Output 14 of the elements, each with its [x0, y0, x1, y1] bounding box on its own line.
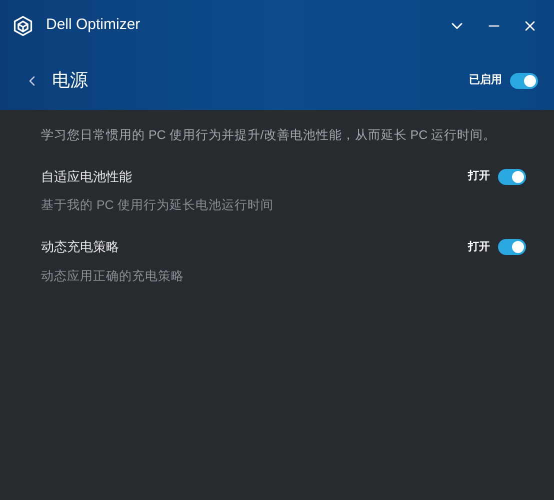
status-label: 已启用	[469, 72, 502, 88]
setting-description: 基于我的 PC 使用行为延长电池运行时间	[41, 197, 274, 214]
setting-title: 自适应电池性能	[41, 168, 132, 186]
toggle-switch[interactable]	[498, 168, 526, 184]
setting-title: 动态充电策略	[41, 238, 119, 256]
page-title: 电源	[52, 69, 88, 92]
cube-icon	[12, 14, 34, 37]
window-title: Dell Optimizer	[46, 15, 140, 36]
setting-description: 动态应用正确的充电策略	[41, 268, 185, 284]
description-text: 学习您日常惯用的 PC 使用行为并提升/改善电池性能，从而延长 PC 运行时间。	[41, 127, 498, 144]
toggle-switch[interactable]	[498, 238, 526, 255]
toggle-label: 打开	[468, 168, 490, 184]
toggle-label: 打开	[468, 240, 490, 254]
toggle-switch[interactable]	[510, 72, 538, 89]
